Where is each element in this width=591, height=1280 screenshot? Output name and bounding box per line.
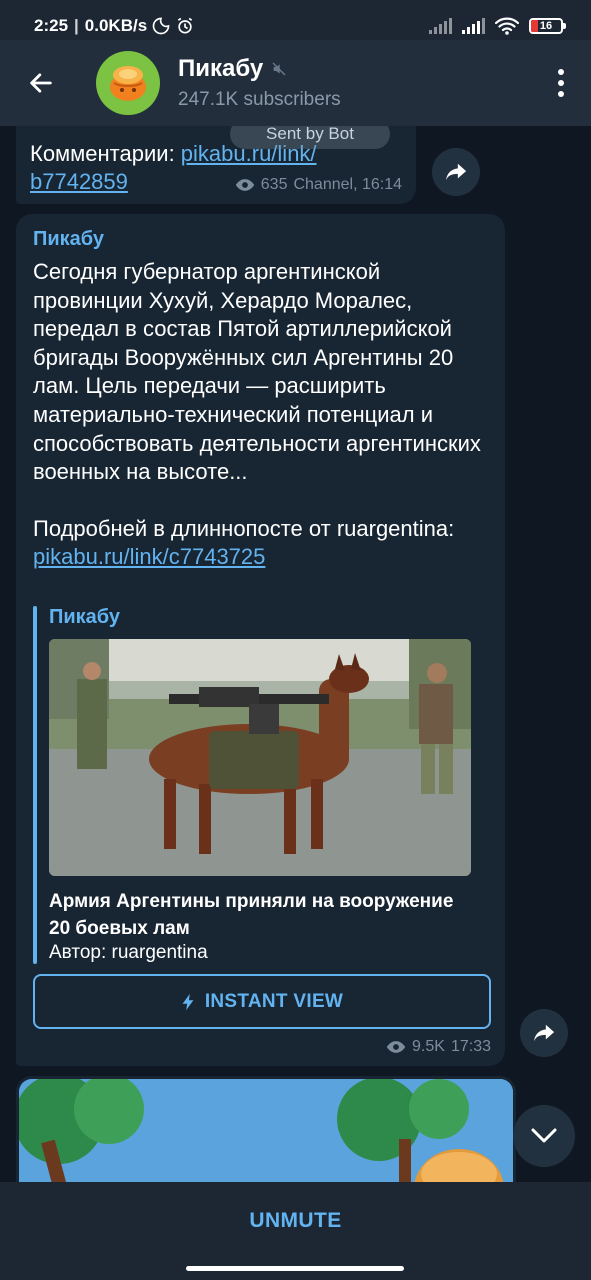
status-time: 2:25 xyxy=(34,16,69,35)
channel-avatar[interactable] xyxy=(96,51,160,115)
home-indicator[interactable] xyxy=(186,1266,404,1271)
llama-photo xyxy=(49,639,471,876)
back-button[interactable] xyxy=(0,40,82,126)
message-bubble[interactable]: Пикабу Сегодня губернатор аргентинской п… xyxy=(16,214,505,1066)
message-link[interactable]: pikabu.ru/link/c7743725 xyxy=(33,544,265,569)
share-arrow-icon xyxy=(445,163,467,181)
bottom-bar: UNMUTE xyxy=(0,1182,591,1280)
message-list[interactable]: Комментарии: pikabu.ru/link/b7742859 Sen… xyxy=(0,126,591,1182)
wifi-icon xyxy=(495,17,519,35)
preview-accent-bar xyxy=(33,606,37,964)
back-arrow-icon xyxy=(30,73,52,93)
preview-image[interactable] xyxy=(49,639,471,876)
chat-header: Пикабу 247.1K subscribers xyxy=(0,40,591,126)
message-signature: Channel, 16:14 xyxy=(293,176,402,193)
preview-description: Автор: ruargentina xyxy=(49,942,208,963)
chevron-down-icon xyxy=(531,1128,557,1143)
message-meta: 635 Channel, 16:14 xyxy=(235,176,402,194)
message-bubble[interactable] xyxy=(16,1076,516,1182)
message-text: Сегодня губернатор аргентинской провинци… xyxy=(33,259,481,570)
overlay-pill: Sent by Bot xyxy=(230,126,390,149)
preview-site-name: Пикабу xyxy=(49,606,121,628)
view-count: 635 xyxy=(260,176,288,193)
message-meta: 9.5K 17:33 xyxy=(386,1038,491,1056)
signal-2-icon xyxy=(462,18,485,34)
network-speed: 0.0KB/s xyxy=(84,16,148,35)
mute-icon xyxy=(272,62,286,76)
message-bubble[interactable]: Комментарии: pikabu.ru/link/b7742859 Sen… xyxy=(16,126,416,204)
more-menu-button[interactable] xyxy=(531,40,591,126)
signal-1-icon xyxy=(429,18,452,34)
share-button[interactable] xyxy=(520,1009,568,1057)
channel-title[interactable]: Пикабу xyxy=(178,55,263,83)
preview-title: Армия Аргентины приняли на вооружение 20… xyxy=(49,891,454,939)
more-vert-icon xyxy=(558,69,564,97)
alarm-icon xyxy=(178,17,193,34)
pikabu-logo-icon xyxy=(110,66,146,101)
unmute-button[interactable]: UNMUTE xyxy=(0,1182,591,1260)
scroll-down-button[interactable] xyxy=(513,1105,575,1167)
eye-icon xyxy=(235,179,254,191)
subscriber-count: 247.1K subscribers xyxy=(178,89,341,110)
message-time: 17:33 xyxy=(450,1038,491,1055)
lightning-icon xyxy=(182,993,194,1010)
message-author[interactable]: Пикабу xyxy=(33,228,104,251)
battery-icon: 16 xyxy=(529,18,566,34)
cartoon-illustration xyxy=(19,1079,513,1182)
view-count: 9.5K xyxy=(412,1038,445,1055)
eye-icon xyxy=(386,1041,406,1053)
instant-view-button[interactable]: INSTANT VIEW xyxy=(33,974,491,1029)
share-arrow-icon xyxy=(533,1024,555,1042)
message-image[interactable] xyxy=(19,1079,513,1182)
do-not-disturb-moon-icon xyxy=(152,17,170,35)
share-button[interactable] xyxy=(432,148,480,196)
